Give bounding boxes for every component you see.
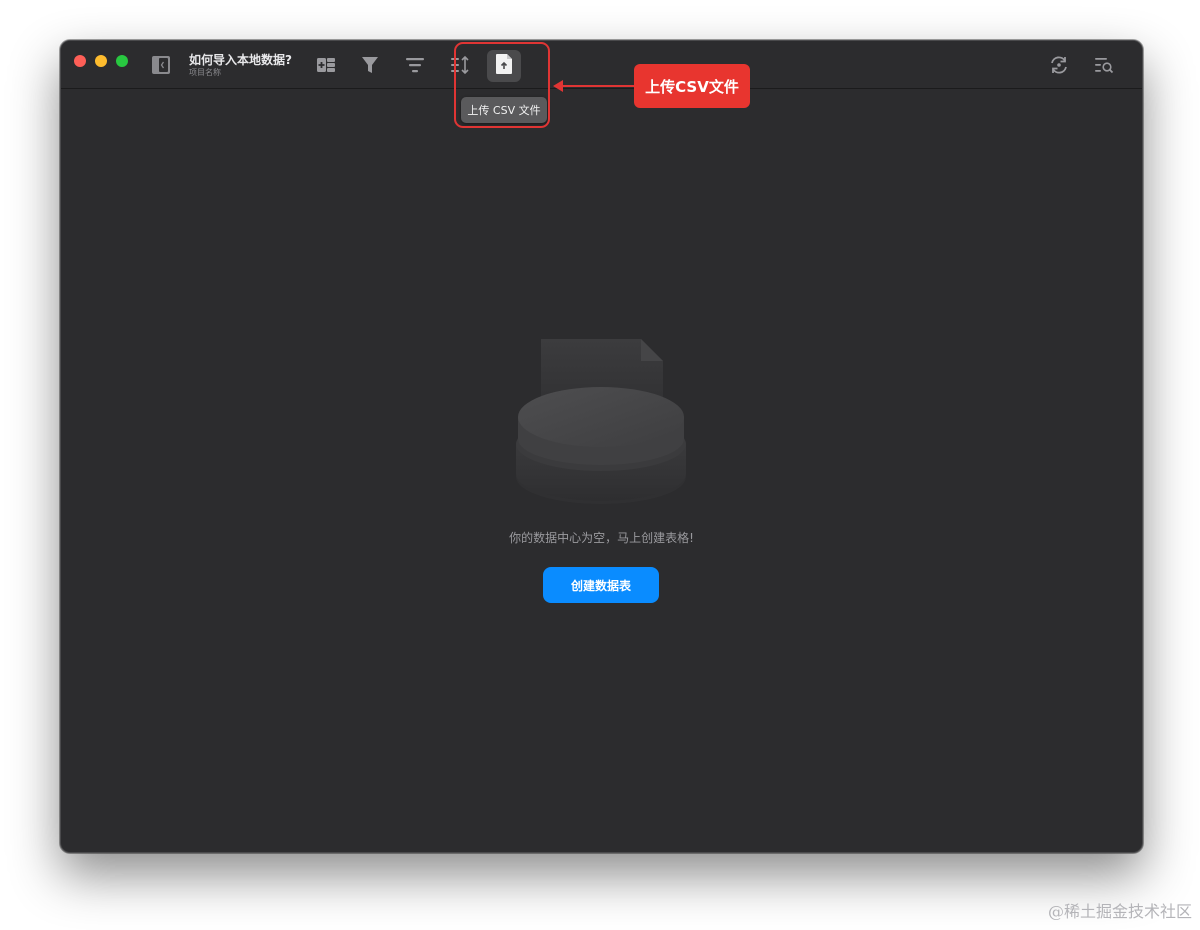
sync-icon[interactable] — [1046, 52, 1072, 78]
project-title: 如何导入本地数据? — [189, 53, 292, 67]
sidebar-toggle-icon[interactable] — [148, 52, 174, 78]
project-subtitle: 项目名称 — [189, 68, 221, 77]
create-table-button[interactable]: 创建数据表 — [543, 567, 659, 603]
annotation-arrow-head-icon — [553, 80, 563, 92]
annotation-arrow-line — [560, 85, 634, 87]
search-icon[interactable] — [1091, 52, 1117, 78]
empty-data-illustration — [516, 339, 686, 504]
toolbar: 如何导入本地数据? 项目名称 — [61, 41, 1142, 89]
filter-icon[interactable] — [357, 52, 383, 78]
annotation-highlight-box — [454, 42, 550, 128]
maximize-window-button[interactable] — [116, 55, 128, 67]
sort-icon[interactable] — [402, 52, 428, 78]
app-window: 如何导入本地数据? 项目名称 上传 CSV 文件 你的数据中心为空，马上创建表格… — [60, 40, 1143, 853]
add-table-icon[interactable] — [313, 52, 339, 78]
annotation-callout: 上传CSV文件 — [634, 64, 750, 108]
close-window-button[interactable] — [74, 55, 86, 67]
watermark: @稀土掘金技术社区 — [1047, 902, 1192, 921]
minimize-window-button[interactable] — [95, 55, 107, 67]
empty-state-message: 你的数据中心为空，马上创建表格! — [509, 531, 694, 545]
